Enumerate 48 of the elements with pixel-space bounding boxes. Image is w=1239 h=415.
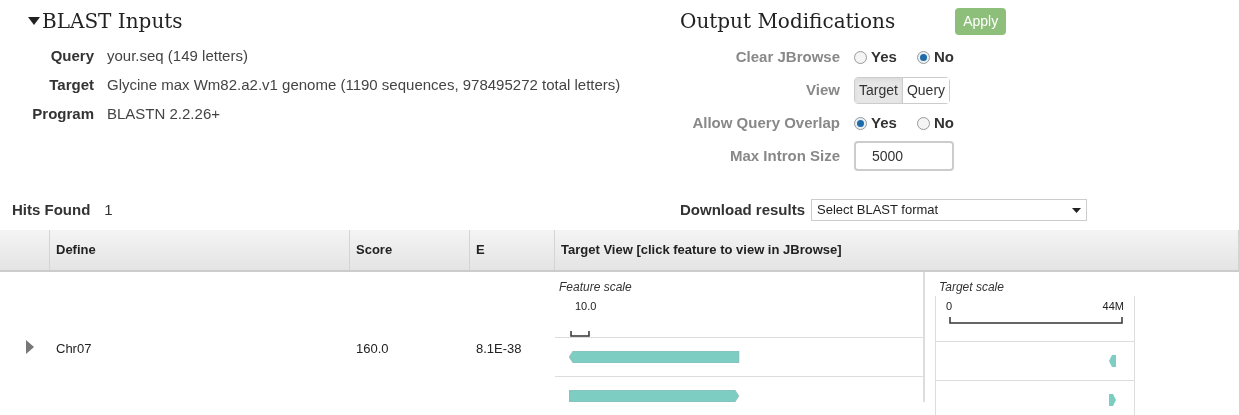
- e-value-cell: 8.1E-38: [476, 341, 522, 356]
- view-toggle[interactable]: Query: [901, 77, 950, 103]
- radio-label: Yes: [871, 112, 897, 133]
- option-label: Clear JBrowse: [734, 46, 840, 67]
- view-toggle[interactable]: Target: [855, 77, 902, 103]
- hits-found-label: Hits Found: [12, 199, 91, 220]
- radio-label: No: [933, 112, 954, 133]
- radio-button[interactable]: [916, 50, 930, 64]
- option-label: View: [805, 79, 840, 100]
- caret-icon: [28, 17, 40, 25]
- feature-scale-label: Feature scale: [559, 279, 632, 296]
- dropdown-arrow-icon: [1072, 207, 1082, 213]
- field-label: Program: [31, 104, 94, 124]
- scale-tick-label: 10.0: [575, 299, 597, 314]
- feature-arrow[interactable]: [569, 350, 740, 363]
- scale-end-label: 44M: [1102, 299, 1124, 314]
- expand-arrow-icon[interactable]: [25, 340, 35, 354]
- field-label: Target: [48, 75, 94, 95]
- target-scale-label: Target scale: [939, 279, 1004, 296]
- column-header[interactable]: Target View [click feature to view in JBrowse]: [561, 240, 842, 260]
- field-label: Query: [49, 46, 94, 66]
- option-label: Allow Query Overlap: [691, 112, 840, 133]
- intron-size-field[interactable]: 5000: [854, 141, 954, 171]
- feature-arrow[interactable]: [569, 389, 740, 402]
- field-value: Glycine max Wm82.a2.v1 genome (1190 sequences, 978495272 total letters): [107, 75, 622, 95]
- option-label: Max Intron Size: [728, 145, 840, 166]
- section-toggle[interactable]: BLAST Inputs: [28, 6, 183, 36]
- radio-button[interactable]: [916, 116, 930, 130]
- scale-bar-icon: [949, 316, 1123, 325]
- column-header[interactable]: Score: [356, 240, 393, 260]
- format-select[interactable]: Select BLAST format: [811, 199, 1088, 221]
- scale-start-label: 0: [946, 299, 953, 314]
- scale-bar-icon: [570, 330, 590, 337]
- radio-label: No: [933, 46, 954, 67]
- radio-label: Yes: [871, 46, 897, 67]
- radio-button[interactable]: [854, 116, 867, 130]
- section-title: Output Modifications: [680, 8, 896, 35]
- download-label: Download results: [680, 199, 806, 220]
- field-value: BLASTN 2.2.26+: [107, 104, 221, 124]
- define-cell: Chr07: [56, 341, 92, 356]
- radio-button[interactable]: [854, 50, 867, 64]
- feature-arrow[interactable]: [1109, 354, 1116, 367]
- hits-found-count: 1: [104, 199, 113, 220]
- score-cell: 160.0: [356, 341, 389, 356]
- feature-arrow[interactable]: [1109, 393, 1116, 406]
- field-value: your.seq (149 letters): [107, 46, 249, 66]
- column-header[interactable]: Define: [56, 240, 96, 260]
- column-header[interactable]: E: [476, 240, 485, 260]
